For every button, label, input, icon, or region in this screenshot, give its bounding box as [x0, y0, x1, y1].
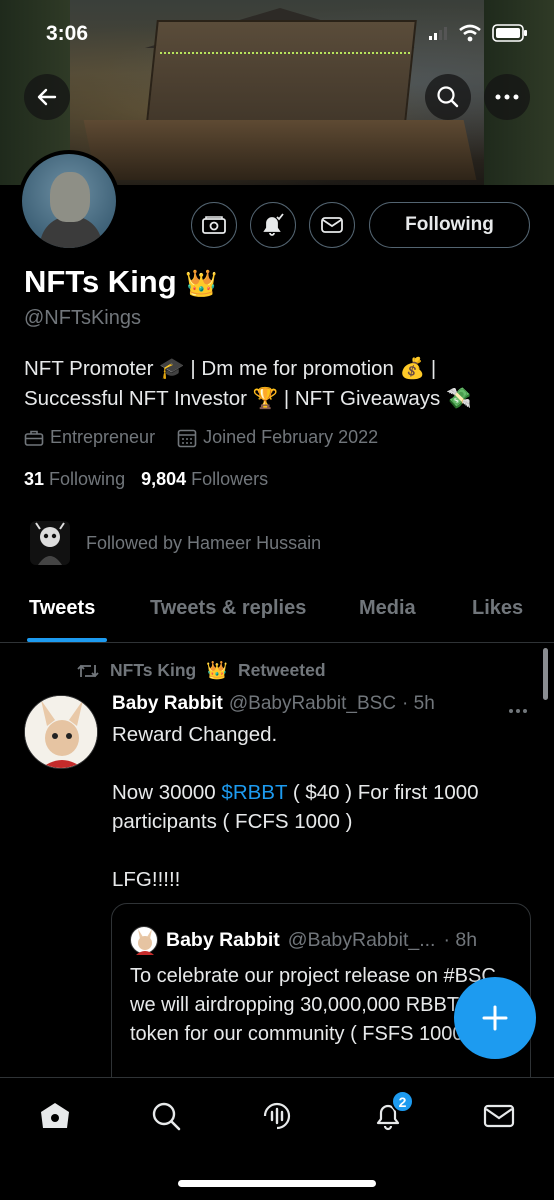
- quoted-tweet-time: · 8h: [443, 928, 478, 951]
- profile-name: NFTs King 👑: [24, 264, 218, 300]
- tweet-time: · 5h: [402, 693, 435, 714]
- tweet-author-name[interactable]: Baby Rabbit: [112, 693, 223, 715]
- wifi-icon: [459, 24, 481, 42]
- tab-tweets-replies[interactable]: Tweets & replies: [150, 597, 306, 620]
- follower-avatar: [30, 521, 70, 565]
- spaces-microphone-icon: [263, 1102, 291, 1130]
- tab-likes[interactable]: Likes: [472, 597, 523, 620]
- following-count-label: Following: [49, 469, 126, 489]
- more-options-button[interactable]: [484, 74, 530, 120]
- notifications-toggle-button[interactable]: [250, 202, 296, 248]
- bell-check-icon: [263, 213, 284, 236]
- tweet-header: Baby Rabbit @BabyRabbit_BSC · 5h: [112, 693, 532, 715]
- followed-by[interactable]: Followed by Hameer Hussain: [30, 521, 321, 565]
- profile-handle: @NFTsKings: [24, 307, 141, 329]
- active-tab-indicator: [27, 638, 107, 642]
- tweet-author-handle[interactable]: @BabyRabbit_BSC: [229, 693, 396, 715]
- follow-counts: 31 Following 9,804 Followers: [24, 469, 268, 490]
- following-count-link[interactable]: 31 Following: [24, 469, 125, 490]
- search-button[interactable]: [425, 74, 471, 120]
- search-icon: [152, 1102, 181, 1131]
- retweeter-name[interactable]: NFTs King: [110, 660, 196, 681]
- quoted-author-handle: @BabyRabbit_...: [287, 928, 436, 951]
- status-time: 3:06: [46, 22, 89, 45]
- back-button[interactable]: [24, 74, 70, 120]
- scrollbar[interactable]: [543, 648, 548, 700]
- quoted-author-avatar: [130, 926, 158, 955]
- crown-emoji: 👑: [185, 268, 218, 298]
- followers-count: 9,804: [141, 469, 187, 489]
- category-label: Entrepreneur: [50, 427, 156, 447]
- retweeter-emoji: 👑: [206, 660, 228, 680]
- home-icon: [41, 1103, 69, 1128]
- retweet-icon: [77, 664, 99, 677]
- retweet-context: NFTs King 👑 Retweeted: [76, 660, 326, 681]
- nav-notifications[interactable]: 2: [368, 1090, 414, 1136]
- back-arrow-icon: [37, 88, 57, 106]
- profile-tabs: Tweets Tweets & replies Media Likes: [0, 585, 554, 643]
- briefcase-icon: [24, 430, 44, 446]
- followers-count-link[interactable]: 9,804 Followers: [141, 469, 268, 490]
- tab-media[interactable]: Media: [359, 597, 416, 620]
- calendar-icon: [177, 429, 197, 447]
- retweeted-label: Retweeted: [238, 660, 326, 680]
- search-icon: [437, 86, 459, 108]
- category-item: Entrepreneur: [24, 427, 155, 448]
- cashtag-link[interactable]: $RBBT: [221, 781, 287, 804]
- nav-home[interactable]: [35, 1096, 75, 1136]
- compose-tweet-button[interactable]: [454, 977, 536, 1059]
- status-icons: [428, 24, 528, 42]
- signal-icon: [429, 27, 447, 40]
- quoted-author-name: Baby Rabbit: [166, 928, 280, 951]
- tweet-text: Reward Changed. Now 30000 $RBBT ( $40 ) …: [112, 720, 532, 894]
- joined-item: Joined February 2022: [177, 427, 378, 448]
- battery-icon: [492, 24, 527, 42]
- notification-badge: 2: [391, 1090, 414, 1113]
- plus-icon: [482, 1005, 508, 1031]
- nav-messages[interactable]: [479, 1096, 519, 1136]
- envelope-icon: [321, 217, 343, 233]
- tweet-more-button[interactable]: [508, 694, 528, 720]
- quoted-tweet-text: To celebrate our project release on #BSC…: [130, 965, 496, 1045]
- tweet-author-avatar[interactable]: [24, 695, 98, 769]
- followers-count-label: Followers: [191, 469, 269, 489]
- profile-avatar[interactable]: [18, 150, 120, 252]
- home-indicator[interactable]: [178, 1180, 376, 1187]
- more-dots-icon: [495, 94, 519, 100]
- nav-spaces[interactable]: [257, 1096, 297, 1136]
- profile-bio: NFT Promoter 🎓 | Dm me for promotion 💰 |…: [24, 357, 472, 410]
- following-count: 31: [24, 469, 45, 489]
- joined-label: Joined February 2022: [203, 427, 379, 447]
- money-icon: [202, 216, 226, 234]
- following-button[interactable]: Following: [369, 202, 530, 248]
- tip-button[interactable]: [191, 202, 237, 248]
- status-bar: 3:06: [0, 0, 554, 60]
- nav-search[interactable]: [146, 1096, 186, 1136]
- quoted-tweet-header: Baby Rabbit @BabyRabbit_... · 8h: [130, 926, 478, 955]
- tab-tweets[interactable]: Tweets: [29, 597, 95, 620]
- envelope-icon: [483, 1104, 515, 1128]
- profile-name-text: NFTs King: [24, 264, 177, 299]
- message-button[interactable]: [309, 202, 355, 248]
- followed-by-text: Followed by Hameer Hussain: [86, 532, 322, 553]
- more-dots-icon: [509, 709, 527, 713]
- profile-meta: Entrepreneur Joined February 2022: [24, 427, 378, 448]
